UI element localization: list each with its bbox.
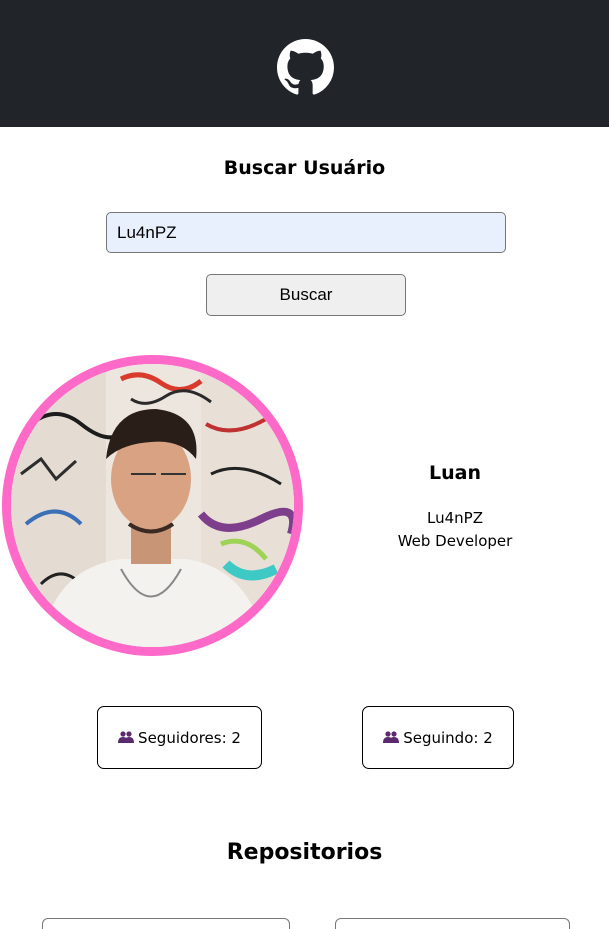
people-icon [383, 729, 400, 747]
people-icon [118, 729, 135, 747]
profile-bio: Web Developer [397, 532, 513, 550]
github-icon[interactable] [277, 39, 334, 96]
following-label: Seguindo: 2 [403, 728, 493, 747]
profile-login: Lu4nPZ [427, 509, 483, 527]
top-header [0, 0, 609, 127]
avatar [2, 355, 303, 656]
followers-label: Seguidores: 2 [138, 728, 241, 747]
search-title: Buscar Usuário [223, 157, 386, 179]
profile-name: Luan [429, 462, 481, 484]
avatar-photo [11, 364, 294, 647]
following-stat[interactable]: Seguindo: 2 [362, 706, 514, 769]
followers-stat[interactable]: Seguidores: 2 [97, 706, 262, 769]
repositories-title: Repositorios [226, 840, 383, 865]
search-input[interactable] [106, 212, 506, 253]
search-button[interactable]: Buscar [206, 274, 406, 316]
